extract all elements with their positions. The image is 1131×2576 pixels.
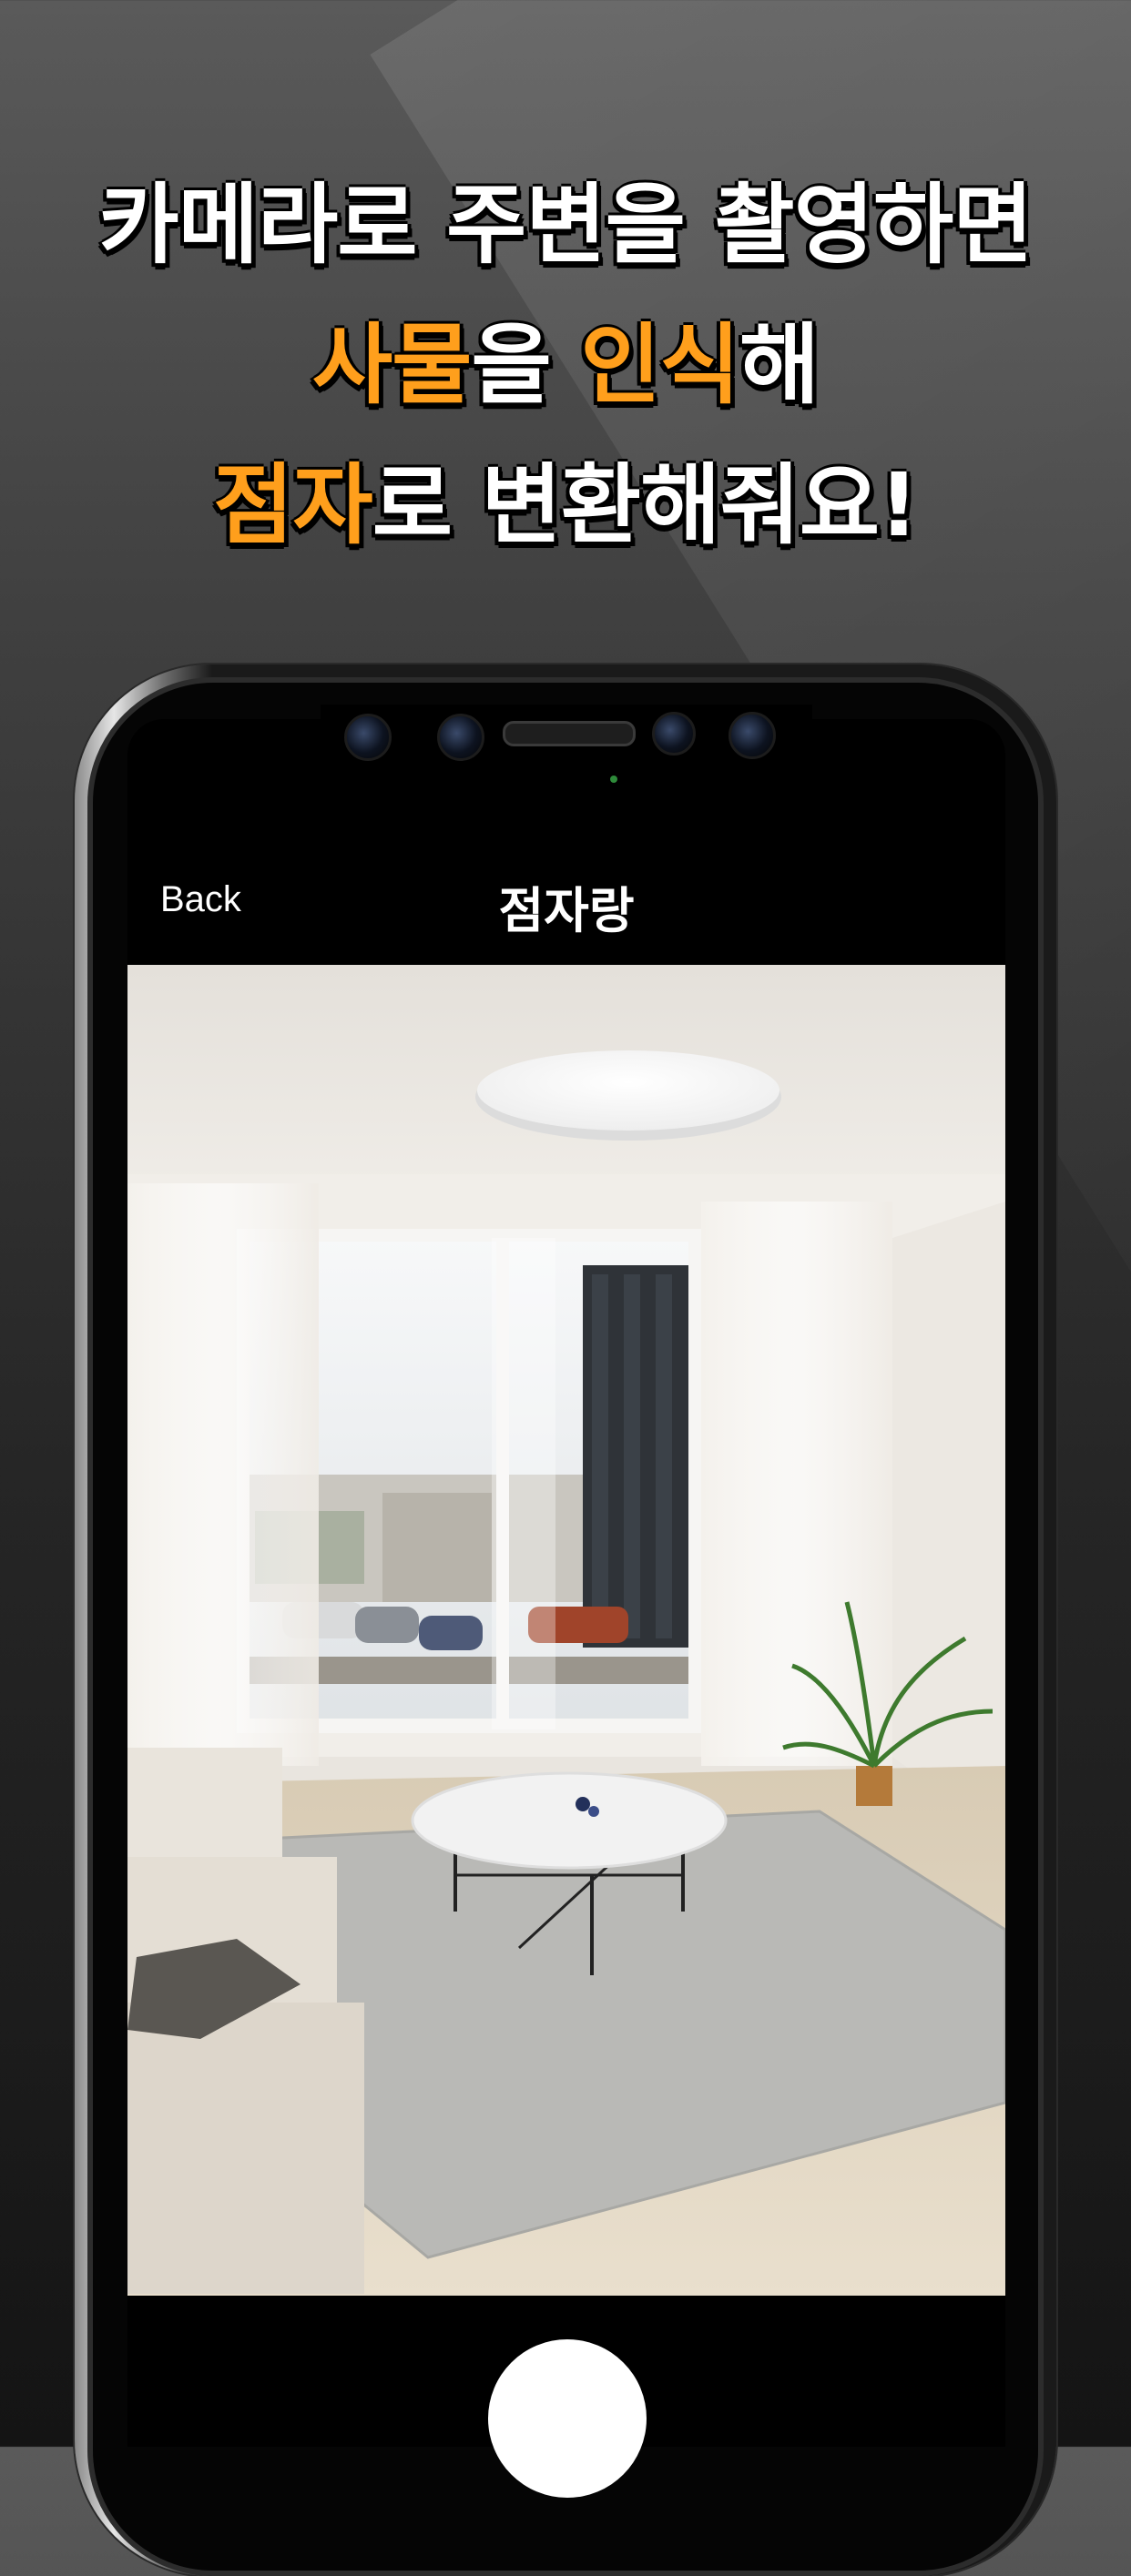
navigation-bar: Back 점자랑 [127,847,1005,965]
headline-text: 을 [471,314,581,416]
headline-highlight-objects: 사물 [311,314,473,416]
sensor-icon [437,714,484,761]
indicator-light [610,776,617,783]
earpiece-speaker [503,721,636,746]
face-id-sensor-icon [652,712,696,756]
headline-line-1: 카메라로 주변을 촬영하면 [98,174,1033,276]
promo-headline: 카메라로 주변을 촬영하면 사물을 인식해 점자로 변환해줘요! [0,155,1131,575]
living-room-scene [127,965,1005,2296]
headline-text: 로 변환해줘요! [372,454,919,556]
shutter-button-icon[interactable] [488,2339,647,2498]
headline-highlight-braille: 점자 [213,454,373,556]
camera-preview[interactable] [127,965,1005,2296]
headline-line-2: 사물을 인식해 [0,295,1131,435]
front-camera-icon [344,714,392,761]
headline-line-3: 점자로 변환해줘요! [0,435,1131,575]
lens-icon [729,712,776,759]
headline-text: 해 [739,314,820,416]
nav-title: 점자랑 [498,882,635,939]
headline-highlight-recognize: 인식 [580,314,740,416]
